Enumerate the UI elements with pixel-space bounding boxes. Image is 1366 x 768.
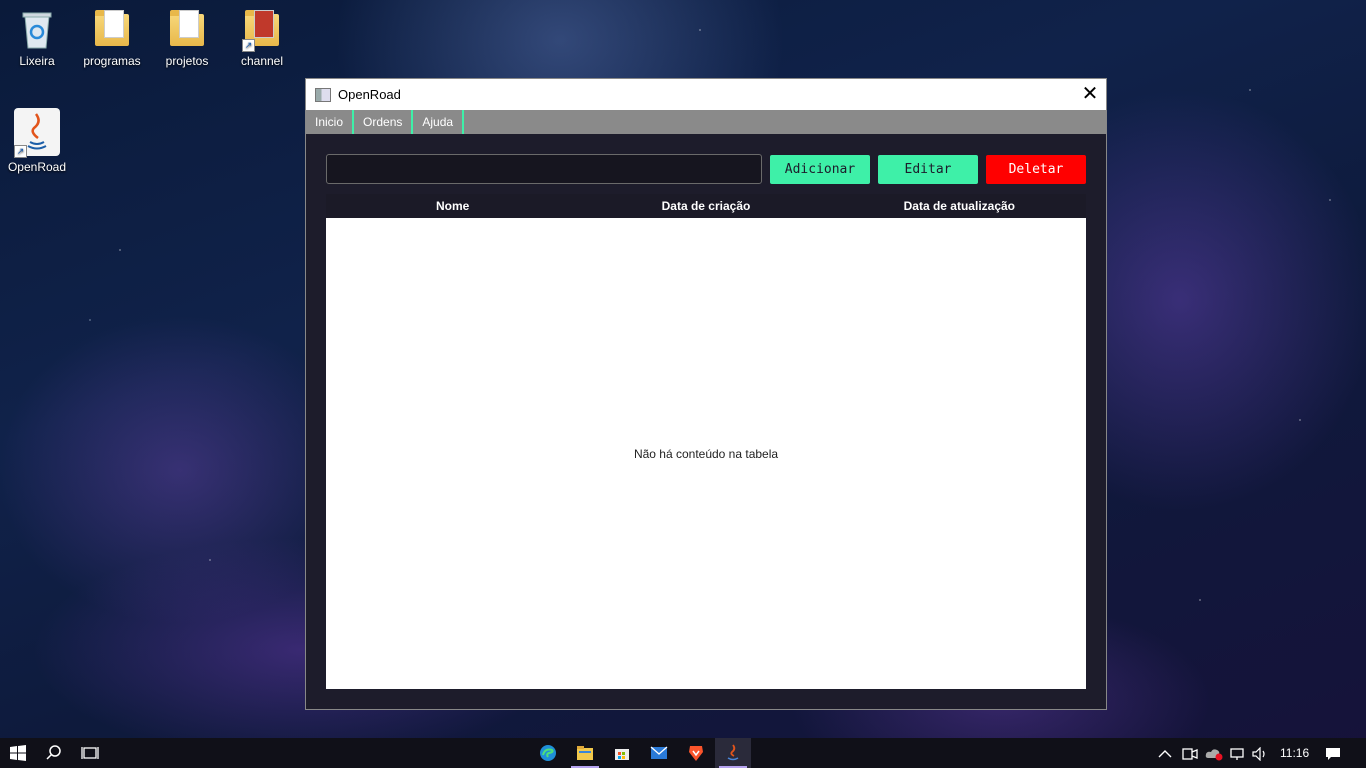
desktop-icon-recycle-bin[interactable]: Lixeira	[4, 8, 70, 68]
menu-item-ordens[interactable]: Ordens	[354, 110, 414, 134]
column-header-data-atualizacao[interactable]: Data de atualização	[833, 194, 1086, 218]
folder-icon	[92, 8, 132, 50]
onedrive-error-icon[interactable]	[1205, 738, 1223, 768]
java-icon: ↗	[14, 108, 60, 158]
start-icon[interactable]	[0, 738, 36, 768]
desktop-icon-label: Lixeira	[19, 54, 55, 68]
mail-icon[interactable]	[641, 738, 677, 768]
app-window: OpenRoad ✕ Inicio Ordens Ajuda Adicionar…	[305, 78, 1107, 710]
add-button[interactable]: Adicionar	[770, 155, 870, 184]
desktop-icon-label: projetos	[165, 54, 209, 68]
folder-shortcut-icon: ↗	[242, 8, 282, 52]
volume-icon[interactable]	[1252, 738, 1268, 768]
recycle-bin-icon	[17, 8, 57, 50]
search-input[interactable]	[326, 154, 762, 184]
desktop-icon-programas[interactable]: programas	[79, 8, 145, 68]
brave-icon[interactable]	[678, 738, 714, 768]
menu-bar: Inicio Ordens Ajuda	[306, 110, 1106, 134]
table-body[interactable]: Não há conteúdo na tabela	[326, 218, 1086, 689]
desktop-icon-channel[interactable]: ↗ channel	[229, 8, 295, 68]
desktop-icon-label: channel	[240, 54, 284, 68]
app-icon	[315, 87, 331, 102]
folder-icon	[167, 8, 207, 50]
column-header-nome[interactable]: Nome	[326, 194, 579, 218]
menu-item-inicio[interactable]: Inicio	[306, 110, 355, 134]
notification-icon[interactable]	[1325, 738, 1341, 768]
column-header-data-criacao[interactable]: Data de criação	[579, 194, 832, 218]
clock[interactable]: 11:16	[1280, 738, 1309, 768]
menu-item-ajuda[interactable]: Ajuda	[413, 110, 465, 134]
window-title: OpenRoad	[338, 87, 401, 102]
file-explorer-icon[interactable]	[567, 738, 603, 768]
edit-button[interactable]: Editar	[878, 155, 978, 184]
meet-now-icon[interactable]	[1182, 738, 1198, 768]
table-header: Nome Data de criação Data de atualização	[326, 194, 1086, 218]
task-view-icon[interactable]	[72, 738, 108, 768]
empty-table-message: Não há conteúdo na tabela	[633, 446, 779, 461]
desktop-icon-openroad[interactable]: ↗ OpenRoad	[4, 108, 70, 174]
store-icon[interactable]	[604, 738, 640, 768]
desktop-icon-label: programas	[83, 54, 141, 68]
title-bar[interactable]: OpenRoad ✕	[306, 79, 1106, 110]
chevron-up-icon[interactable]	[1158, 738, 1172, 768]
desktop-icon-label: OpenRoad	[7, 160, 67, 174]
close-icon[interactable]: ✕	[1074, 79, 1106, 110]
desktop-icon-projetos[interactable]: projetos	[154, 8, 220, 68]
search-icon[interactable]	[36, 738, 72, 768]
network-icon[interactable]	[1229, 738, 1245, 768]
edge-icon[interactable]	[530, 738, 566, 768]
java-icon[interactable]	[715, 738, 751, 768]
taskbar: 11:16	[0, 738, 1366, 768]
delete-button[interactable]: Deletar	[986, 155, 1086, 184]
data-table: Nome Data de criação Data de atualização…	[326, 194, 1086, 689]
toolbar: Adicionar Editar Deletar	[326, 154, 1086, 184]
